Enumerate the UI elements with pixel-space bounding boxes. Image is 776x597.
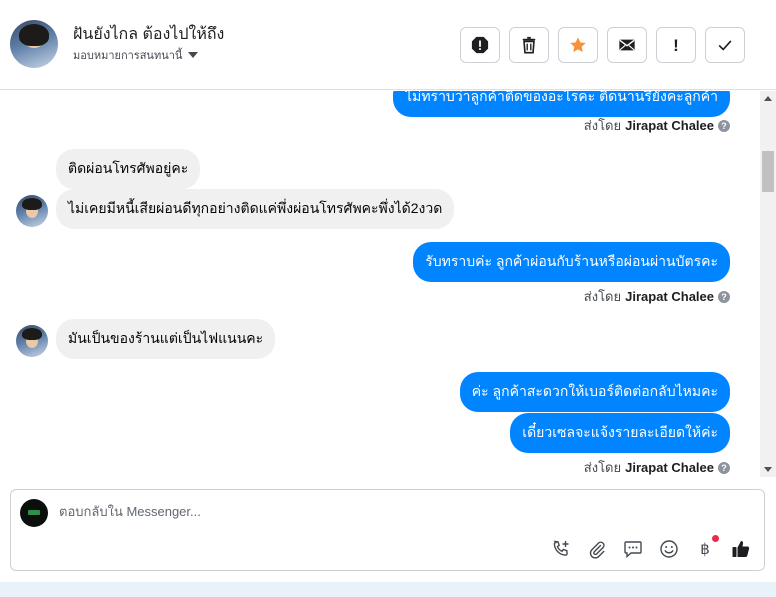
reply-input[interactable] [59,504,739,519]
contact-name[interactable]: ฝันยังไกล ต้องไปให้ถึง [73,22,224,47]
message-incoming[interactable]: มันเป็นของร้านแต่เป็นไฟแนนคะ [56,319,276,359]
like-icon [732,541,750,557]
message-thread[interactable]: ไม่ทราบว่าลูกค้าติดของอะไรคะ ติดนานรึยัง… [0,91,760,477]
message-outgoing[interactable]: รับทราบค่ะ ลูกค้าผ่อนกับร้านหรือผ่อนผ่าน… [413,242,730,282]
checkmark-icon [718,40,732,51]
envelope-icon [619,39,635,51]
payment-button[interactable]: ฿ [694,535,719,560]
mark-unread-button[interactable] [607,27,647,63]
like-button[interactable] [730,538,752,560]
sent-by-prefix: ส่งโดย [583,118,622,133]
saved-reply-icon [624,541,642,559]
conversation-actions: ! [460,27,745,63]
message-incoming[interactable]: ไม่เคยมีหนี้เสียผ่อนดีทุกอย่างติดแค่พึ่ง… [56,189,455,229]
message-outgoing[interactable]: เดี๋ยวเซลจะแจ้งรายละเอียดให้ค่ะ [510,413,730,453]
star-button[interactable] [558,27,598,63]
assign-conversation-dropdown[interactable]: มอบหมายการสนทนานี้ [73,46,199,64]
scroll-down-arrow-icon[interactable] [764,467,772,472]
sent-by-line: ส่งโดย Jirapat Chalee ? [584,457,730,477]
agent-name: Jirapat Chalee [625,460,714,475]
notification-dot [712,535,719,542]
help-icon[interactable]: ? [718,119,730,132]
contact-avatar-small[interactable] [16,195,48,227]
mark-done-button[interactable] [705,27,745,63]
sent-by-prefix: ส่งโดย [583,460,622,475]
exclamation-icon: ! [673,35,679,55]
conversation-header: ฝันยังไกล ต้องไปให้ถึง มอบหมายการสนทนานี… [0,0,776,90]
caret-down-icon [188,52,199,58]
report-icon [471,36,489,54]
saved-reply-button[interactable] [622,538,644,560]
message-incoming[interactable]: ติดผ่อนโทรศัพอยู่คะ [56,149,201,189]
trash-icon [522,36,536,54]
call-add-button[interactable] [550,538,572,560]
assign-conversation-label: มอบหมายการสนทนานี้ [73,50,183,62]
composer-tools: ฿ [550,535,752,560]
delete-button[interactable] [509,27,549,63]
message-outgoing[interactable]: ไม่ทราบว่าลูกค้าติดของอะไรคะ ติดนานรึยัง… [393,91,730,117]
agent-name: Jirapat Chalee [625,118,714,133]
attach-button[interactable] [586,538,608,560]
sent-by-line: ส่งโดย Jirapat Chalee ? [584,286,730,307]
star-icon [570,37,586,53]
report-button[interactable] [460,27,500,63]
help-icon[interactable]: ? [718,290,730,303]
sent-by-line: ส่งโดย Jirapat Chalee ? [584,115,730,136]
emoji-icon [660,540,678,558]
thread-scrollbar[interactable] [760,91,776,477]
agent-name: Jirapat Chalee [625,289,714,304]
message-outgoing[interactable]: ค่ะ ลูกค้าสะดวกให้เบอร์ติดต่อกลับไหมคะ [459,372,730,412]
contact-avatar-small[interactable] [16,325,48,357]
sent-by-prefix: ส่งโดย [583,289,622,304]
scrollbar-thumb[interactable] [762,151,774,192]
reply-composer: ฿ [10,489,765,571]
help-icon[interactable]: ? [718,461,730,474]
contact-avatar[interactable] [10,20,58,68]
emoji-button[interactable] [658,538,680,560]
page-avatar [20,499,48,527]
scroll-up-arrow-icon[interactable] [764,96,772,101]
follow-up-button[interactable]: ! [656,27,696,63]
paperclip-icon [589,541,605,559]
call-add-icon [553,540,569,556]
baht-icon: ฿ [700,540,710,558]
footer-strip [0,582,776,597]
